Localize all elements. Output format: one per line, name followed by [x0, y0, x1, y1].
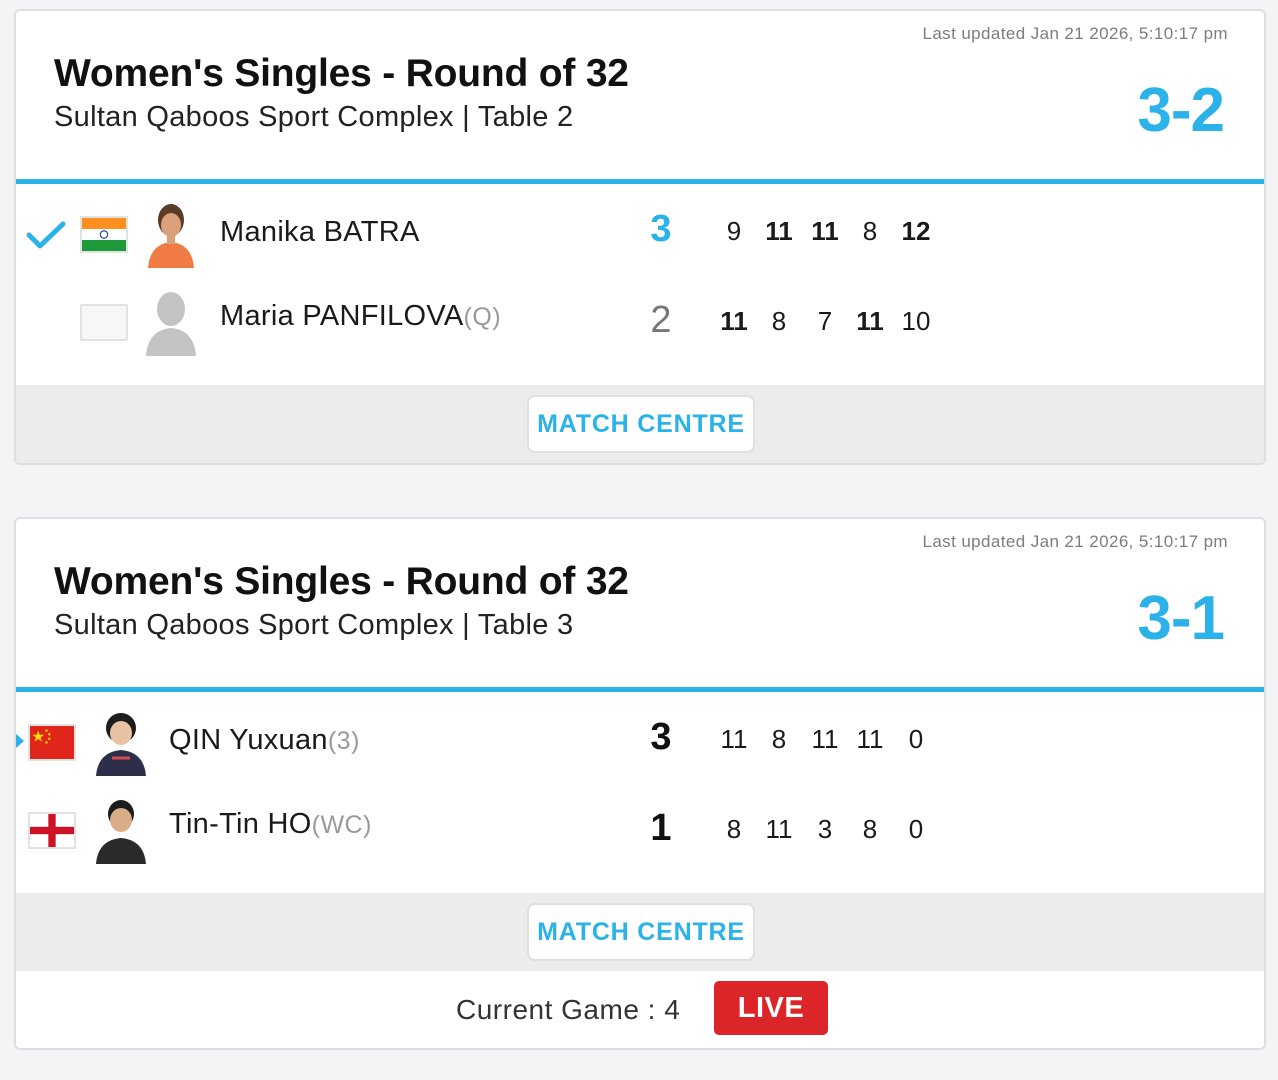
match-title: Women's Singles - Round of 32 — [54, 52, 629, 95]
player-row: QIN Yuxuan(3) 3 11 8 11 11 0 — [16, 694, 1264, 789]
india-flag-icon — [80, 216, 128, 253]
game-point: 8 — [771, 724, 787, 754]
game-point: 8 — [726, 814, 742, 844]
games-won: 2 — [650, 299, 672, 341]
winner-check-icon — [26, 221, 66, 249]
game-point: 0 — [908, 724, 924, 754]
player-row: Tin-Tin HO(WC) 1 8 11 3 8 0 — [16, 782, 1264, 877]
player-row: Maria PANFILOVA(Q) 2 11 8 7 11 10 — [16, 274, 1264, 369]
match-footer: MATCH CENTRE — [16, 893, 1264, 971]
game-point: 3 — [817, 814, 833, 844]
game-point: 11 — [765, 216, 793, 246]
game-point: 11 — [720, 306, 748, 336]
match-header: Last updated Jan 21 2026, 5:10:17 pm Wom… — [16, 11, 1264, 179]
game-point: 11 — [811, 216, 839, 246]
game-point: 9 — [726, 216, 742, 246]
game-point: 8 — [862, 814, 878, 844]
game-point: 8 — [771, 306, 787, 336]
live-badge[interactable]: LIVE — [714, 981, 828, 1035]
match-header: Last updated Jan 21 2026, 5:10:17 pm Wom… — [16, 519, 1264, 687]
game-point: 11 — [856, 306, 884, 336]
no-flag-placeholder — [80, 304, 128, 341]
match-venue: Sultan Qaboos Sport Complex | Table 3 — [54, 609, 574, 641]
game-point: 0 — [908, 814, 924, 844]
match-centre-button[interactable]: MATCH CENTRE — [527, 903, 755, 961]
game-point: 12 — [901, 216, 931, 246]
header-divider — [16, 687, 1264, 692]
header-divider — [16, 179, 1264, 184]
england-flag-icon — [28, 812, 76, 849]
player-name[interactable]: Maria PANFILOVA(Q) — [220, 300, 501, 333]
last-updated: Last updated Jan 21 2026, 5:10:17 pm — [922, 532, 1228, 551]
current-game-label: Current Game : 4 — [456, 994, 681, 1025]
player-name[interactable]: Tin-Tin HO(WC) — [169, 808, 372, 841]
match-score: 3-2 — [1137, 76, 1225, 145]
games-won: 1 — [650, 807, 672, 849]
game-point: 11 — [856, 724, 884, 754]
serving-indicator-icon — [16, 734, 24, 748]
games-won: 3 — [650, 716, 672, 758]
games-won: 3 — [650, 208, 672, 250]
player-row: Manika BATRA 3 9 11 11 8 12 — [16, 186, 1264, 281]
player-avatar — [92, 706, 150, 776]
game-point: 11 — [811, 724, 839, 754]
match-title: Women's Singles - Round of 32 — [54, 560, 629, 603]
china-flag-icon — [28, 724, 76, 761]
game-point: 10 — [901, 306, 931, 336]
match-footer: MATCH CENTRE — [16, 385, 1264, 463]
game-point: 11 — [765, 814, 793, 844]
game-point: 11 — [720, 724, 748, 754]
game-point: 8 — [862, 216, 878, 246]
match-card: Last updated Jan 21 2026, 5:10:17 pm Wom… — [14, 517, 1266, 1050]
player-avatar — [92, 794, 150, 864]
match-venue: Sultan Qaboos Sport Complex | Table 2 — [54, 101, 574, 133]
game-point: 7 — [817, 306, 833, 336]
match-card: Last updated Jan 21 2026, 5:10:17 pm Wom… — [14, 9, 1266, 465]
player-name[interactable]: QIN Yuxuan(3) — [169, 724, 360, 757]
match-score: 3-1 — [1137, 584, 1225, 653]
last-updated: Last updated Jan 21 2026, 5:10:17 pm — [922, 24, 1228, 43]
player-avatar — [142, 198, 200, 268]
match-centre-button[interactable]: MATCH CENTRE — [527, 395, 755, 453]
player-name[interactable]: Manika BATRA — [220, 216, 420, 249]
player-placeholder-avatar-icon — [142, 286, 200, 356]
